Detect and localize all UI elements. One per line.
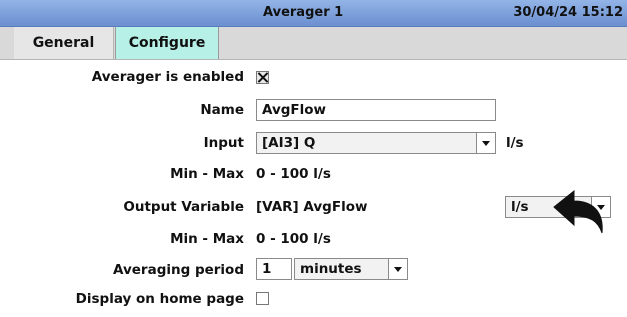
minmax-value: 0 - 100 l/s — [256, 166, 331, 182]
input-unit: l/s — [506, 135, 524, 151]
title-bar: Averager 1 30/04/24 15:12 — [0, 0, 627, 27]
chevron-down-icon — [476, 133, 495, 153]
input-select-value: [AI3] Q — [262, 135, 316, 151]
averaging-period-label: Averaging period — [113, 262, 244, 278]
tab-configure[interactable]: Configure — [115, 27, 219, 59]
home-page-checkbox[interactable] — [256, 292, 269, 305]
configure-panel: Averager is enabled Name AvgFlow Input [… — [0, 60, 627, 317]
enabled-label: Averager is enabled — [91, 69, 244, 85]
tab-bar: General Configure — [0, 27, 627, 60]
output-variable-label: Output Variable — [123, 199, 244, 215]
datetime-display: 30/04/24 15:12 — [513, 5, 623, 20]
back-arrow-icon[interactable] — [552, 189, 606, 241]
tab-general[interactable]: General — [14, 27, 114, 59]
period-unit-value: minutes — [300, 261, 362, 277]
output-unit-value: l/s — [511, 199, 529, 215]
averaging-period-field[interactable]: 1 — [256, 258, 292, 280]
minmax-value: 0 - 100 l/s — [256, 231, 331, 247]
name-label: Name — [200, 102, 244, 118]
chevron-down-icon — [388, 259, 407, 279]
input-label: Input — [203, 135, 244, 151]
minmax-label: Min - Max — [170, 231, 244, 247]
window-title: Averager 1 — [263, 5, 344, 20]
name-field[interactable]: AvgFlow — [256, 99, 496, 121]
input-select[interactable]: [AI3] Q — [256, 132, 496, 154]
output-variable-value: [VAR] AvgFlow — [256, 199, 368, 215]
minmax-label: Min - Max — [170, 166, 244, 182]
enabled-checkbox[interactable] — [256, 71, 269, 84]
averaging-period-unit-select[interactable]: minutes — [294, 258, 408, 280]
home-page-label: Display on home page — [75, 291, 244, 307]
